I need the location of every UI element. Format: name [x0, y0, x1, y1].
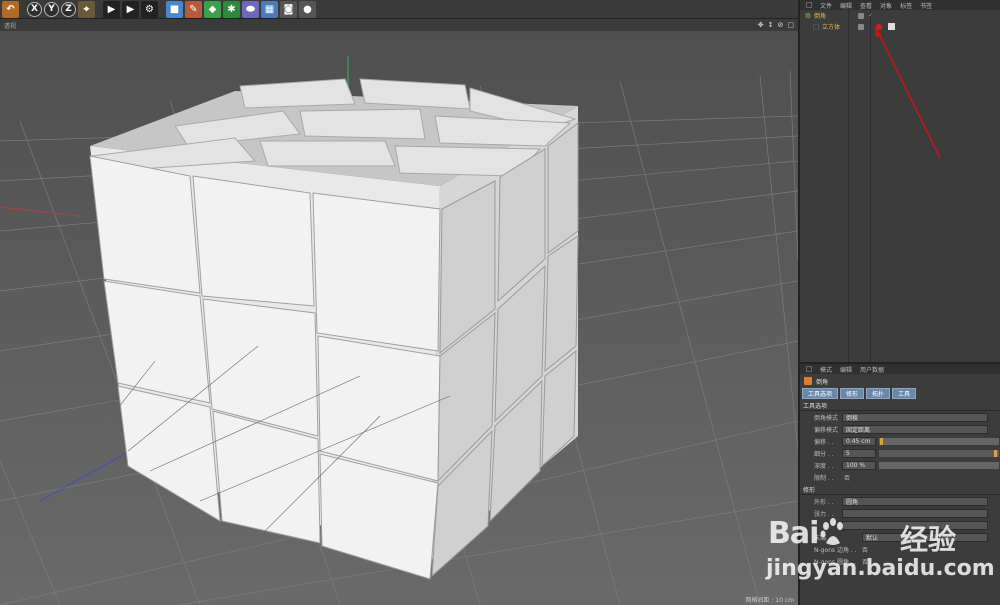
subdivision-input[interactable]: 5 [842, 449, 876, 458]
baidu-logo: Bai [768, 516, 850, 551]
light-icon[interactable]: ● [299, 0, 316, 18]
z-axis-lock-button[interactable]: Z [61, 1, 76, 17]
x-axis-lock-button[interactable]: X [27, 1, 42, 17]
viewport-header: 透视 ✥ ↕ ⊘ ▢ [0, 19, 798, 31]
offset-mode-dropdown[interactable]: 固定距离 [842, 425, 988, 434]
menu-mode[interactable]: 模式 [820, 365, 832, 374]
menu-edit[interactable]: 编辑 [840, 365, 852, 374]
watermark-url: jingyan.baidu.com [766, 556, 995, 581]
panel-grip-icon[interactable] [806, 366, 812, 372]
render-picture-viewer-icon[interactable]: ▶ [122, 0, 139, 18]
spline-pen-icon[interactable]: ✎ [185, 0, 202, 18]
jingyan-text: 经验 [900, 523, 957, 556]
3d-scene[interactable] [0, 31, 798, 605]
tab-tool[interactable]: 工具 [892, 388, 917, 399]
field-subdivision: 细分 . . 5 [800, 448, 1000, 459]
bevel-mode-dropdown[interactable]: 倒棱 [842, 413, 988, 422]
offset-input[interactable]: 0.45 cm [842, 437, 876, 446]
attribute-manager-menubar: 模式 编辑 用户数据 [800, 364, 1000, 374]
move-view-icon[interactable]: ✥ [758, 21, 764, 29]
section-tool-options[interactable]: 工具选项 [800, 401, 1000, 411]
tab-tool-options[interactable]: 工具选项 [802, 388, 839, 399]
subdivision-slider[interactable] [879, 450, 999, 457]
grid-spacing-status: 网格间距 : 10 cm [745, 597, 794, 604]
tab-topology[interactable]: 拓扑 [866, 388, 891, 399]
field-bevel-mode: 倒角模式 倒棱 [800, 412, 1000, 423]
subdivision-surface-icon[interactable]: ◆ [204, 0, 221, 18]
camera-icon[interactable]: ◙ [280, 0, 297, 18]
limit-checkbox-value[interactable]: 否 [844, 473, 850, 482]
baidu-jingyan-watermark: Bai 经验 jingyan.baidu.com [764, 490, 1000, 600]
field-limit: 限制 . . 否 [814, 473, 851, 482]
offset-slider[interactable] [879, 438, 999, 445]
floor-environment-icon[interactable]: ▦ [261, 0, 278, 18]
field-offset-mode: 偏移模式 固定距离 [800, 424, 1000, 435]
tab-shaping[interactable]: 修形 [840, 388, 865, 399]
zoom-view-icon[interactable]: ⊘ [778, 21, 784, 29]
render-settings-icon[interactable]: ⚙ [141, 0, 158, 18]
baidu-paw-icon [818, 516, 850, 551]
object-manager-panel: 文件 编辑 查看 对象 标签 书签 ⚙ 倒角 ✓ ⬚ 立方体 [798, 0, 1000, 362]
bevel-tool-icon [804, 377, 812, 385]
toggle-layout-icon[interactable]: ▢ [787, 21, 794, 29]
depth-input[interactable]: 100 % [842, 461, 876, 470]
main-toolbar: ↶ X Y Z ⌖ ▶ ▶ ⚙ ■ ✎ ◆ ✱ ⬬ ▦ ◙ ● [0, 0, 798, 19]
red-annotation-arrow [874, 26, 941, 159]
rotate-view-icon[interactable]: ↕ [768, 21, 774, 29]
field-depth: 深度 . . 100 % [800, 460, 1000, 471]
viewport-title: 透视 [4, 22, 17, 30]
menu-user-data[interactable]: 用户数据 [860, 365, 884, 374]
render-view-icon[interactable]: ▶ [103, 0, 120, 18]
tool-name: 倒角 [816, 378, 829, 386]
y-axis-lock-button[interactable]: Y [44, 1, 59, 17]
depth-slider[interactable] [879, 462, 999, 469]
attribute-tabs: 工具选项 修形 拓扑 工具 [800, 388, 1000, 399]
coordinate-system-icon[interactable]: ⌖ [78, 0, 95, 18]
deformer-icon[interactable]: ⬬ [242, 0, 259, 18]
attribute-tool-title: 倒角 [800, 374, 1000, 388]
array-generator-icon[interactable]: ✱ [223, 0, 240, 18]
undo-icon[interactable]: ↶ [2, 0, 19, 18]
field-offset: 偏移 . . 0.45 cm [800, 436, 1000, 447]
add-cube-icon[interactable]: ■ [166, 0, 183, 18]
perspective-viewport[interactable]: 透视 ✥ ↕ ⊘ ▢ 网格间距: 10 cm [0, 19, 798, 605]
